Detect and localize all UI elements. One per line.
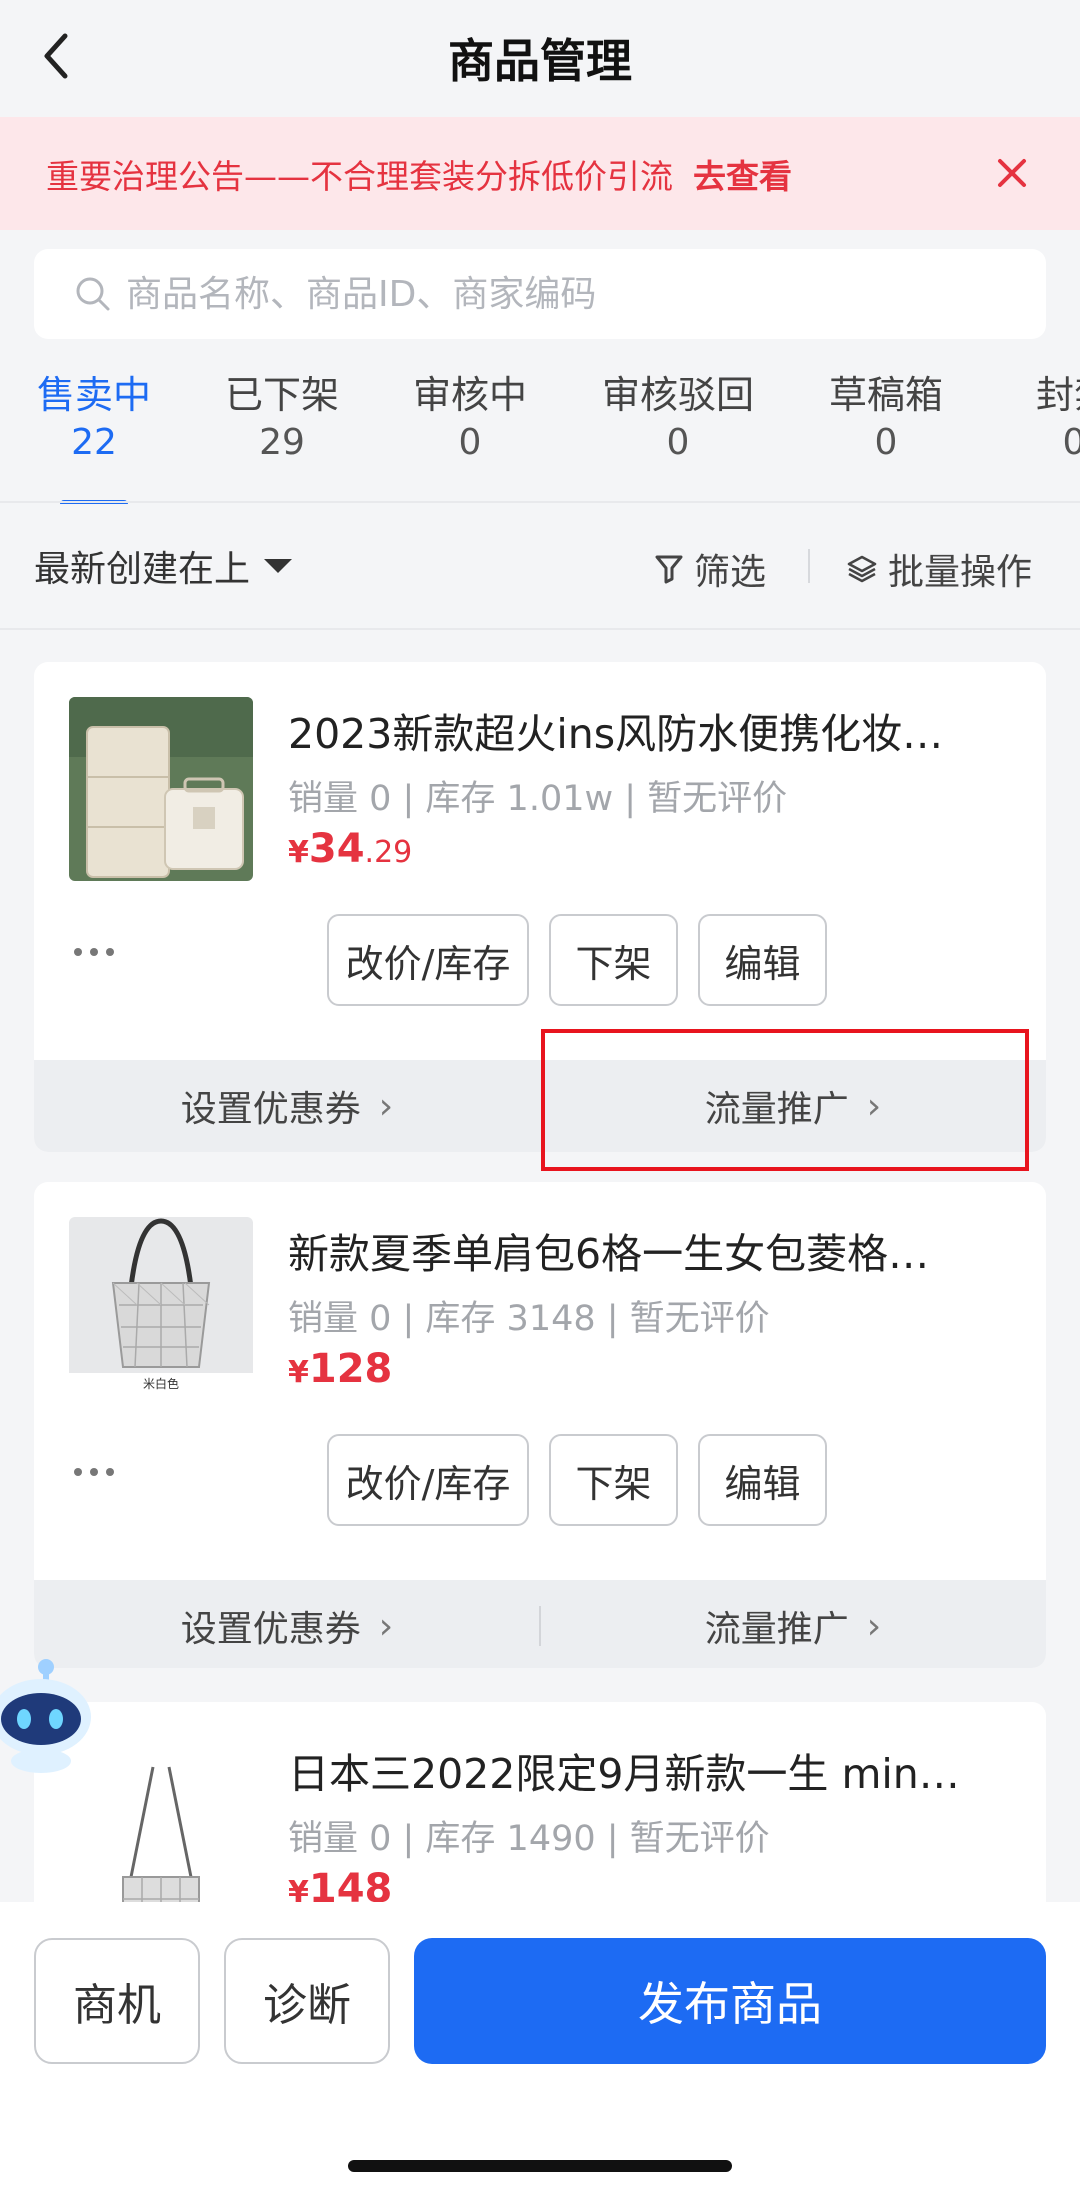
- tab-label: 封禁: [1035, 373, 1080, 417]
- sort-label: 最新创建在上: [34, 548, 251, 590]
- filter-button[interactable]: 筛选: [654, 543, 766, 595]
- product-meta: 销量 0 | 库存 3148 | 暂无评价: [288, 1299, 770, 1339]
- tab-rejected[interactable]: 审核驳回 0: [564, 370, 792, 504]
- opportunity-button[interactable]: 商机: [34, 1938, 200, 2064]
- coupon-label: 设置优惠券: [180, 1609, 361, 1650]
- tab-count: 0: [1062, 422, 1080, 463]
- notice-view-link[interactable]: 去查看: [693, 150, 792, 198]
- tab-reviewing[interactable]: 审核中 0: [376, 370, 564, 504]
- filter-label: 筛选: [694, 552, 767, 593]
- notice-text: 重要治理公告——不合理套装分拆低价引流: [46, 156, 673, 196]
- delist-button[interactable]: 下架: [549, 914, 678, 1006]
- product-card: 米白色 新款夏季单肩包6格一生女包菱格… 销量 0 | 库存 3148 | 暂无…: [34, 1182, 1046, 1668]
- search-bar[interactable]: [34, 249, 1046, 339]
- filter-icon: [655, 555, 683, 584]
- price-integer: 128: [308, 1346, 393, 1392]
- status-tabs: 售卖中 22 已下架 29 审核中 0 审核驳回 0 草稿箱 0 封禁 0: [0, 370, 1080, 504]
- tab-banned[interactable]: 封禁 0: [980, 370, 1080, 504]
- product-name[interactable]: 新款夏季单肩包6格一生女包菱格…: [288, 1220, 1008, 1280]
- price-integer: 34: [308, 826, 365, 872]
- chevron-right-icon: ›: [378, 1605, 394, 1647]
- tab-count: 0: [874, 422, 898, 463]
- chevron-right-icon: ›: [866, 1605, 882, 1647]
- highlight-box: [541, 1029, 1029, 1171]
- tab-count: 0: [458, 422, 482, 463]
- product-price: ¥128: [288, 1346, 392, 1392]
- tab-drafts[interactable]: 草稿箱 0: [792, 370, 980, 504]
- tab-label: 已下架: [224, 373, 339, 417]
- back-icon[interactable]: [36, 26, 76, 86]
- sort-dropdown[interactable]: 最新创建在上: [34, 540, 293, 592]
- tab-label: 审核中: [412, 373, 527, 417]
- traffic-promotion-link[interactable]: 流量推广 ›: [540, 1580, 1046, 1668]
- set-coupon-link[interactable]: 设置优惠券 ›: [34, 1580, 540, 1668]
- tab-delisted[interactable]: 已下架 29: [188, 370, 376, 504]
- batch-label: 批量操作: [888, 552, 1033, 593]
- publish-product-button[interactable]: 发布商品: [414, 1938, 1046, 2064]
- product-name[interactable]: 2023新款超火ins风防水便携化妆…: [288, 700, 1008, 760]
- product-image[interactable]: [69, 697, 253, 881]
- assistant-robot-icon[interactable]: [0, 1655, 96, 1775]
- sort-filter-bar: 最新创建在上 筛选 批量操作: [0, 503, 1080, 628]
- product-image[interactable]: [69, 1737, 253, 1921]
- caret-down-icon: [264, 558, 293, 573]
- bottom-action-bar: 商机 诊断 发布商品: [0, 1902, 1080, 2196]
- search-input[interactable]: [126, 273, 1026, 315]
- tab-label: 草稿箱: [828, 373, 943, 417]
- chevron-right-icon: ›: [378, 1085, 394, 1127]
- tab-on-sale[interactable]: 售卖中 22: [0, 370, 188, 504]
- more-icon[interactable]: [74, 1462, 134, 1482]
- price-currency: ¥: [288, 1355, 309, 1390]
- price-currency: ¥: [288, 835, 309, 870]
- product-name[interactable]: 日本三2022限定9月新款一生 min…: [288, 1740, 1008, 1800]
- product-price: ¥34.29: [288, 826, 412, 872]
- product-card: 日本三2022限定9月新款一生 min… 销量 0 | 库存 1490 | 暂无…: [34, 1702, 1046, 1922]
- thumb-caption: 米白色: [142, 1377, 179, 1391]
- edit-button[interactable]: 编辑: [698, 914, 827, 1006]
- page-title: 商品管理: [448, 33, 632, 88]
- product-image[interactable]: 米白色: [69, 1217, 253, 1401]
- product-meta: 销量 0 | 库存 1.01w | 暂无评价: [288, 779, 788, 819]
- delist-button[interactable]: 下架: [549, 1434, 678, 1526]
- notice-banner: 重要治理公告——不合理套装分拆低价引流 去查看: [0, 117, 1080, 230]
- divider: [0, 628, 1080, 630]
- layers-icon: [847, 555, 877, 583]
- card-footer: 设置优惠券 › 流量推广 ›: [34, 1580, 1046, 1668]
- edit-price-stock-button[interactable]: 改价/库存: [327, 914, 529, 1006]
- batch-operation-button[interactable]: 批量操作: [846, 543, 1032, 595]
- divider: [808, 549, 810, 583]
- edit-button[interactable]: 编辑: [698, 1434, 827, 1526]
- more-icon[interactable]: [74, 942, 134, 962]
- edit-price-stock-button[interactable]: 改价/库存: [327, 1434, 529, 1526]
- search-icon: [74, 275, 112, 313]
- tab-label: 审核驳回: [601, 373, 754, 417]
- price-decimal: .29: [364, 835, 413, 870]
- coupon-label: 设置优惠券: [180, 1089, 361, 1130]
- tab-count: 0: [666, 422, 690, 463]
- tab-count: 22: [71, 422, 117, 463]
- tab-label: 售卖中: [36, 373, 151, 417]
- set-coupon-link[interactable]: 设置优惠券 ›: [34, 1060, 540, 1152]
- home-indicator: [348, 2160, 732, 2172]
- promote-label: 流量推广: [704, 1609, 849, 1650]
- product-meta: 销量 0 | 库存 1490 | 暂无评价: [288, 1819, 770, 1859]
- diagnose-button[interactable]: 诊断: [224, 1938, 390, 2064]
- tab-count: 29: [259, 422, 305, 463]
- close-icon[interactable]: [990, 151, 1034, 195]
